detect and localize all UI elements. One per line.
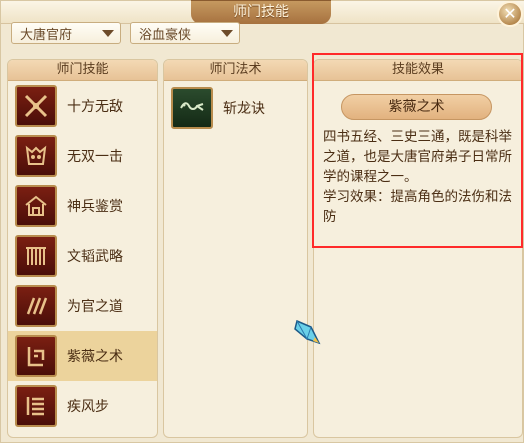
skill-item[interactable]: 文韬武略 bbox=[8, 231, 157, 281]
skill-name: 文韬武略 bbox=[67, 249, 123, 265]
spell-name: 斩龙诀 bbox=[223, 101, 265, 117]
skill-name: 紫薇之术 bbox=[67, 349, 123, 365]
gate-pillars-icon bbox=[15, 235, 57, 277]
skill-item[interactable]: 十方无敌 bbox=[8, 81, 157, 131]
skill-name: 为官之道 bbox=[67, 299, 123, 315]
chevron-down-icon bbox=[101, 26, 115, 40]
effect-description: 四书五经、三史三通，既是科举之道，也是大唐官府弟子日常所学的课程之一。 bbox=[323, 129, 512, 185]
skill-name: 疾风步 bbox=[67, 399, 109, 415]
gem-cursor-icon bbox=[294, 319, 321, 345]
style-dropdown[interactable]: 浴血豪侠 bbox=[130, 22, 240, 44]
skill-name: 无双一击 bbox=[67, 149, 123, 165]
house-weapon-icon bbox=[15, 185, 57, 227]
demon-mask-icon bbox=[15, 135, 57, 177]
skill-item[interactable]: 疾风步 bbox=[8, 381, 157, 431]
spells-panel: 师门法术 斩龙诀 bbox=[163, 59, 308, 438]
x-crossed-blades-icon bbox=[15, 85, 57, 127]
skill-item[interactable]: 为官之道 bbox=[8, 281, 157, 331]
skill-item-selected[interactable]: 紫薇之术 bbox=[8, 331, 157, 381]
window-title: 师门技能 bbox=[233, 4, 289, 20]
skill-name: 神兵鉴赏 bbox=[67, 199, 123, 215]
skills-panel-header: 师门技能 bbox=[8, 60, 157, 81]
skills-window: 师门技能 ✕ 大唐官府 浴血豪侠 师门技能 十方无敌 无双一击 神兵鉴赏 文韬武… bbox=[0, 0, 524, 443]
skills-list: 十方无敌 无双一击 神兵鉴赏 文韬武略 为官之道 紫薇之术 疾风步 bbox=[8, 81, 157, 431]
skills-panel: 师门技能 十方无敌 无双一击 神兵鉴赏 文韬武略 为官之道 紫薇之术 疾风步 bbox=[7, 59, 158, 438]
effect-result: 学习效果：提高角色的法伤和法防 bbox=[323, 189, 512, 225]
skill-item[interactable]: 神兵鉴赏 bbox=[8, 181, 157, 231]
spells-panel-header: 师门法术 bbox=[164, 60, 307, 81]
bracket-rune-icon bbox=[15, 335, 57, 377]
dragon-slash-icon bbox=[171, 87, 213, 129]
style-dropdown-value: 浴血豪侠 bbox=[139, 27, 192, 43]
close-icon: ✕ bbox=[503, 4, 517, 23]
school-dropdown-value: 大唐官府 bbox=[20, 27, 73, 43]
skill-item[interactable]: 无双一击 bbox=[8, 131, 157, 181]
tracks-icon bbox=[15, 285, 57, 327]
close-button[interactable]: ✕ bbox=[497, 1, 523, 27]
school-dropdown[interactable]: 大唐官府 bbox=[11, 22, 121, 44]
scroll-rune-icon bbox=[15, 385, 57, 427]
effect-title-badge: 紫薇之术 bbox=[341, 94, 492, 120]
effect-description-block: 四书五经、三史三通，既是科举之道，也是大唐官府弟子日常所学的课程之一。 学习效果… bbox=[323, 127, 513, 227]
chevron-down-icon bbox=[220, 26, 234, 40]
skill-name: 十方无敌 bbox=[67, 99, 123, 115]
spell-item[interactable]: 斩龙诀 bbox=[164, 83, 307, 133]
